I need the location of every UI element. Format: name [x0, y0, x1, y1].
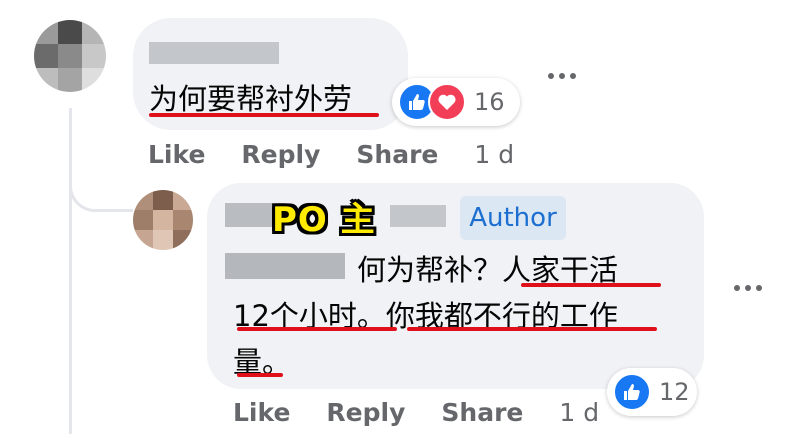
- reaction-count: 12: [659, 378, 690, 406]
- reply-actions: Like Reply Share 1 d: [233, 398, 599, 427]
- blurred-username-part: [390, 205, 446, 227]
- highlight-underline: [237, 373, 283, 377]
- more-dot-icon: [734, 285, 740, 291]
- blurred-mention[interactable]: [225, 253, 345, 279]
- like-button[interactable]: Like: [148, 140, 205, 169]
- comment-text: 为何要帮衬外劳: [149, 82, 353, 116]
- more-dot-icon: [548, 73, 554, 79]
- like-button[interactable]: Like: [233, 398, 290, 427]
- more-dot-icon: [756, 285, 762, 291]
- comment-actions: Like Reply Share 1 d: [148, 140, 514, 169]
- like-icon: [613, 373, 651, 411]
- more-dot-icon: [570, 73, 576, 79]
- avatar[interactable]: [34, 20, 106, 92]
- more-dot-icon: [745, 285, 751, 291]
- blurred-username[interactable]: [149, 42, 279, 64]
- author-badge: Author: [460, 196, 566, 240]
- share-button[interactable]: Share: [356, 140, 438, 169]
- reaction-summary[interactable]: 12: [607, 368, 697, 416]
- highlight-underline: [407, 327, 657, 331]
- love-icon: [428, 83, 466, 121]
- avatar[interactable]: [133, 190, 193, 250]
- blurred-username[interactable]: [225, 203, 277, 227]
- highlight-underline: [237, 327, 397, 331]
- reply-button[interactable]: Reply: [326, 398, 405, 427]
- highlight-underline: [521, 283, 661, 287]
- reaction-summary[interactable]: 16: [392, 78, 520, 126]
- more-options-button[interactable]: [548, 73, 576, 79]
- timestamp[interactable]: 1 d: [474, 140, 514, 169]
- more-options-button[interactable]: [734, 285, 762, 291]
- highlight-underline: [149, 113, 379, 117]
- reply-button[interactable]: Reply: [241, 140, 320, 169]
- comment-bubble: 为何要帮衬外劳: [133, 18, 408, 130]
- share-button[interactable]: Share: [441, 398, 523, 427]
- more-dot-icon: [559, 73, 565, 79]
- reaction-count: 16: [474, 88, 505, 116]
- timestamp[interactable]: 1 d: [559, 398, 599, 427]
- po-overlay-label: PO 主: [272, 200, 376, 240]
- reply-connector: [69, 150, 133, 212]
